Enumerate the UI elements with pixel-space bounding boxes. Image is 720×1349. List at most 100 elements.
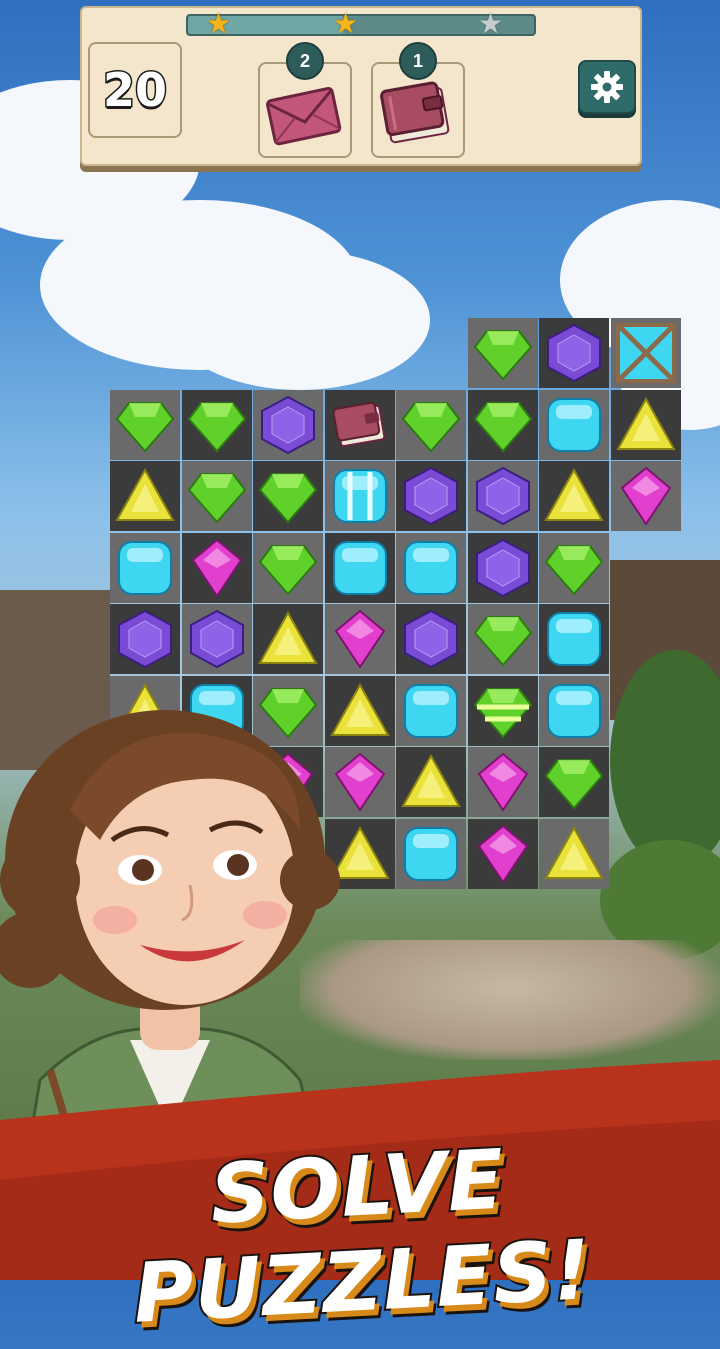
striped-green-gem-icon (473, 687, 532, 739)
green-gem-icon (115, 401, 175, 453)
settings-button[interactable] (578, 60, 636, 114)
board-cell[interactable] (396, 389, 466, 460)
moves-counter: 20 (88, 42, 182, 138)
purple-gem-icon (261, 395, 315, 454)
board-cell[interactable] (539, 532, 609, 603)
green-gem-icon (544, 544, 604, 596)
board-cell[interactable] (396, 604, 466, 674)
board-cell[interactable] (396, 461, 466, 531)
board-cell[interactable] (610, 389, 681, 460)
yellow-gem-icon (401, 753, 461, 807)
board-cell[interactable] (539, 747, 609, 817)
blue-gem-icon (404, 683, 458, 738)
book-icon (332, 401, 385, 447)
pink-gem-icon (620, 466, 671, 526)
board-cell[interactable] (539, 318, 609, 388)
ice-crate-icon (615, 323, 676, 383)
purple-gem-icon (547, 323, 601, 383)
green-gem-icon (401, 401, 461, 453)
board-cell[interactable] (110, 389, 180, 460)
board-cell[interactable] (396, 532, 466, 603)
gear-icon (591, 71, 623, 103)
board-cell[interactable] (110, 532, 180, 603)
board-cell[interactable] (539, 818, 609, 889)
board-cell[interactable] (253, 532, 323, 603)
board-cell[interactable] (110, 461, 180, 531)
green-gem-icon (258, 473, 318, 524)
green-gem-icon (187, 473, 246, 524)
board-cell[interactable] (467, 389, 538, 460)
goal-book: 1 (371, 42, 465, 158)
board-cell[interactable] (324, 461, 395, 531)
score-progress-bar: ★ ★ ★ (186, 10, 536, 38)
blue-gem-icon (404, 540, 458, 595)
blue-gem-icon (547, 397, 601, 452)
blue-gem-icon (547, 683, 601, 738)
board-cell[interactable] (181, 461, 252, 531)
moves-value: 20 (101, 62, 168, 119)
purple-gem-icon (475, 466, 530, 526)
star-icon: ★ (478, 8, 504, 39)
purple-gem-icon (475, 538, 530, 597)
yellow-gem-icon (115, 467, 175, 521)
green-gem-icon (258, 544, 318, 596)
green-gem-icon (473, 330, 532, 381)
pink-gem-icon (334, 609, 385, 669)
purple-gem-icon (404, 609, 458, 669)
board-cell[interactable] (324, 604, 395, 674)
board-cell[interactable] (467, 818, 538, 889)
board-cell[interactable] (467, 461, 538, 531)
yellow-gem-icon (544, 467, 604, 521)
goal-count: 1 (399, 42, 437, 80)
book-icon (380, 81, 450, 144)
board-cell[interactable] (539, 604, 609, 674)
yellow-gem-icon (615, 396, 676, 450)
blue-gem-icon (118, 540, 172, 595)
blue-gem-icon (547, 612, 601, 666)
board-cell[interactable] (253, 604, 323, 674)
board-cell[interactable] (110, 604, 180, 674)
board-cell[interactable] (539, 389, 609, 460)
envelope-icon (266, 87, 342, 146)
promo-headline: SOLVE PUZZLES! (129, 1130, 596, 1343)
board-cell[interactable] (467, 747, 538, 817)
purple-gem-icon (118, 609, 172, 669)
board-cell[interactable] (396, 675, 466, 746)
blue-gem-icon (332, 540, 387, 595)
yellow-gem-icon (258, 610, 318, 664)
green-gem-icon (187, 401, 246, 453)
board-cell[interactable] (539, 675, 609, 746)
star-icon: ★ (333, 8, 359, 39)
board-cell[interactable] (324, 532, 395, 603)
board-cell[interactable] (324, 389, 395, 460)
pink-gem-icon (477, 824, 528, 884)
goal-count: 2 (286, 42, 324, 80)
board-cell[interactable] (467, 604, 538, 674)
purple-gem-icon (404, 466, 458, 526)
green-gem-icon (473, 401, 532, 453)
board-cell[interactable] (181, 604, 252, 674)
board-cell[interactable] (253, 461, 323, 531)
pink-gem-icon (191, 538, 242, 598)
striped-blue-gem-icon (332, 469, 387, 523)
purple-gem-icon (189, 609, 244, 669)
board-cell[interactable] (181, 532, 252, 603)
board-cell[interactable] (610, 461, 681, 531)
yellow-gem-icon (544, 825, 604, 879)
board-cell[interactable] (396, 818, 466, 889)
board-cell[interactable] (467, 318, 538, 388)
star-icon: ★ (206, 8, 232, 39)
top-hud-panel: ★ ★ ★ 20 2 1 (80, 6, 642, 166)
board-cell[interactable] (467, 675, 538, 746)
green-gem-icon (544, 759, 604, 810)
board-cell[interactable] (181, 389, 252, 460)
board-cell[interactable] (610, 318, 681, 388)
board-cell[interactable] (467, 532, 538, 603)
board-cell[interactable] (539, 461, 609, 531)
pink-gem-icon (477, 752, 528, 812)
goal-envelope: 2 (258, 42, 352, 158)
blue-gem-icon (404, 826, 458, 881)
green-gem-icon (473, 616, 532, 667)
board-cell[interactable] (396, 747, 466, 817)
board-cell[interactable] (253, 389, 323, 460)
